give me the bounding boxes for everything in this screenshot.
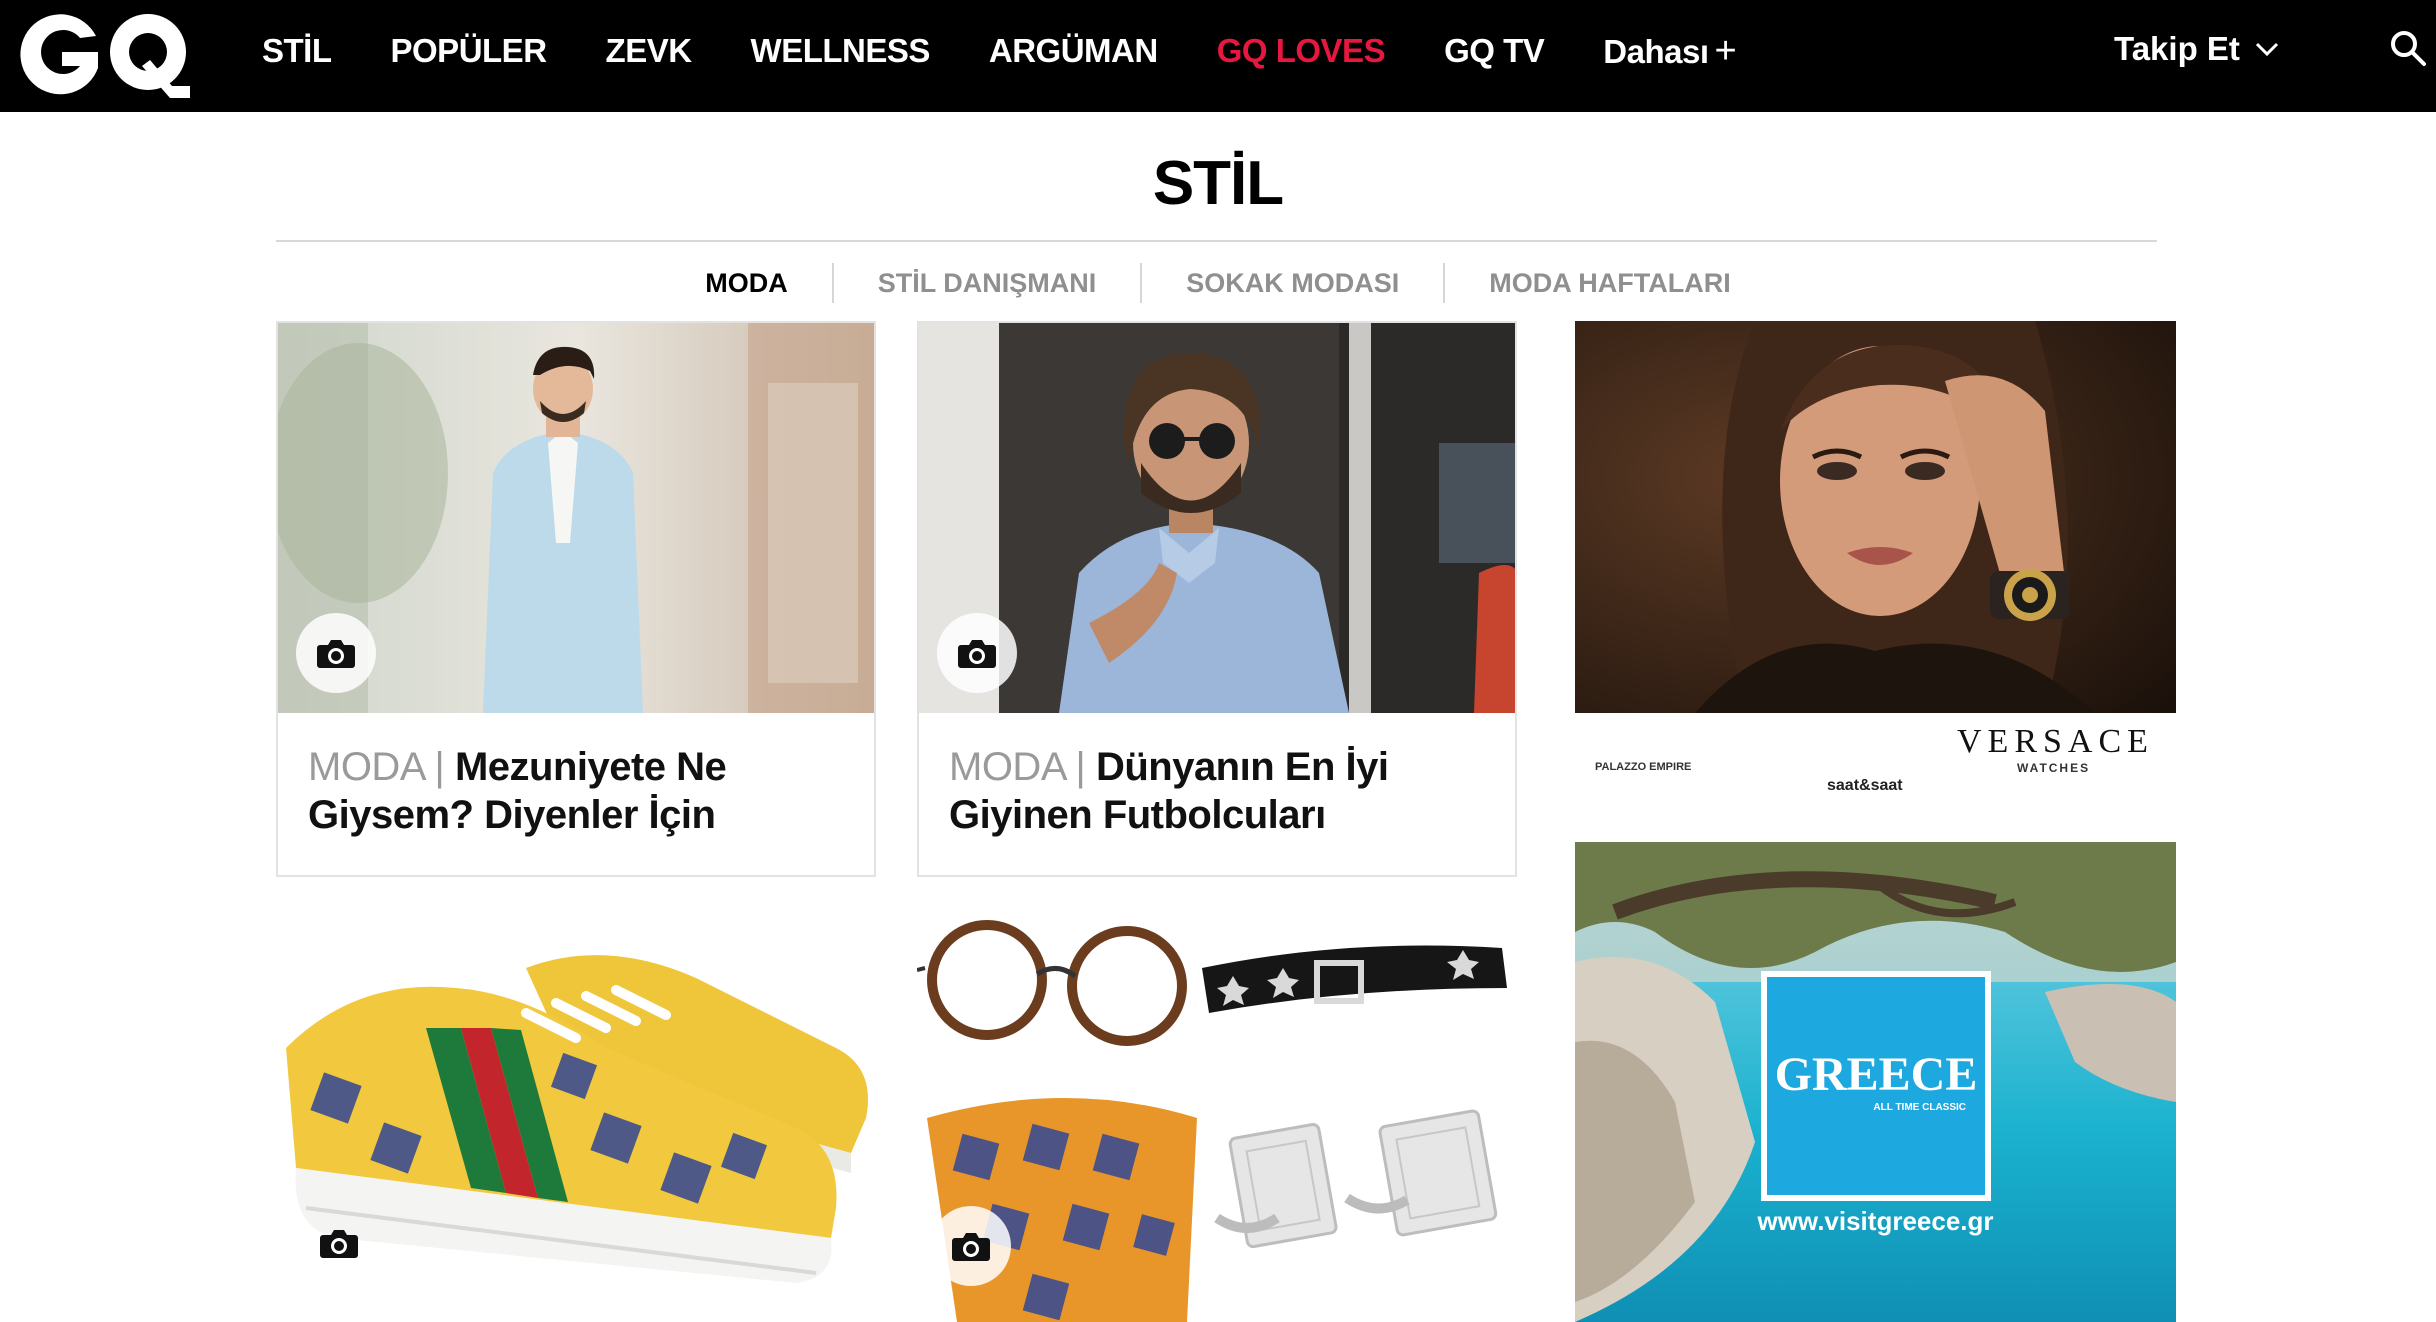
ad-brand: VERSACE — [1957, 723, 2154, 760]
article-card[interactable] — [917, 918, 1517, 1322]
gq-logo-mark — [20, 14, 190, 98]
article-category[interactable]: MODA — [949, 745, 1065, 789]
nav-item-arguman[interactable]: ARGÜMAN — [989, 32, 1158, 70]
ad-title: GREECE — [1774, 1048, 1978, 1101]
ad-url[interactable]: www.visitgreece.gr — [1575, 1206, 2176, 1237]
gallery-button[interactable] — [931, 1206, 1011, 1286]
tab-moda-haftalari[interactable]: MODA HAFTALARI — [1445, 262, 1774, 304]
article-category[interactable]: MODA — [308, 745, 424, 789]
chevron-down-icon — [2255, 42, 2278, 57]
ad-brand-sub: WATCHES — [2017, 761, 2091, 775]
nav-item-zevk[interactable]: ZEVK — [606, 32, 693, 70]
follow-dropdown[interactable]: Takip Et — [2114, 30, 2280, 68]
category-separator: | — [434, 745, 445, 789]
search-icon[interactable] — [2388, 28, 2428, 68]
ad-tagline: ALL TIME CLASSIC — [1873, 1102, 1966, 1113]
versace-advertisement[interactable]: VERSACE WATCHES PALAZZO EMPIRE saat&saat — [1575, 321, 2176, 808]
nav-more-label: Dahası — [1603, 32, 1709, 70]
camera-icon — [317, 640, 355, 668]
article-card[interactable]: MODA | Mezuniyete Ne Giysem? Diyenler İç… — [276, 321, 876, 877]
article-image[interactable] — [919, 323, 1515, 713]
camera-icon — [958, 640, 996, 668]
ad-retailer: PALAZZO EMPIRE — [1595, 761, 1692, 773]
nav-item-stil[interactable]: STİL — [262, 32, 332, 70]
greece-advertisement[interactable]: GREECE ALL TIME CLASSIC www.visitgreece.… — [1575, 842, 2176, 1322]
nav-item-populer[interactable]: POPÜLER — [391, 32, 548, 70]
main-nav: STİL POPÜLER ZEVK WELLNESS ARGÜMAN GQ LO… — [262, 0, 1795, 102]
top-navigation: STİL POPÜLER ZEVK WELLNESS ARGÜMAN GQ LO… — [0, 0, 2436, 112]
follow-label: Takip Et — [2114, 30, 2240, 67]
category-separator: | — [1075, 745, 1086, 789]
article-headline[interactable]: MODA | Mezuniyete Ne Giysem? Diyenler İç… — [278, 713, 874, 875]
article-image[interactable] — [278, 323, 874, 713]
nav-item-more[interactable]: Dahası + — [1603, 30, 1736, 73]
article-photo-sneakers — [276, 918, 876, 1322]
article-headline[interactable]: MODA | Dünyanın En İyi Giyinen Futbolcul… — [919, 713, 1515, 875]
gallery-button[interactable] — [937, 613, 1017, 693]
article-card[interactable]: MODA | Dünyanın En İyi Giyinen Futbolcul… — [917, 321, 1517, 877]
tab-stil-danismani[interactable]: STİL DANIŞMANI — [834, 262, 1141, 304]
tab-sokak-modasi[interactable]: SOKAK MODASI — [1142, 262, 1443, 304]
nav-item-wellness[interactable]: WELLNESS — [751, 32, 931, 70]
sub-navigation: MODA STİL DANIŞMANI SOKAK MODASI MODA HA… — [0, 262, 2436, 304]
camera-icon — [952, 1233, 990, 1261]
tab-moda[interactable]: MODA — [661, 262, 832, 304]
ad-partner: saat&saat — [1827, 777, 1903, 794]
nav-item-gq-loves[interactable]: GQ LOVES — [1217, 32, 1386, 70]
gq-logo[interactable] — [10, 6, 194, 102]
gallery-button[interactable] — [296, 613, 376, 693]
nav-item-gq-tv[interactable]: GQ TV — [1444, 32, 1545, 70]
plus-icon: + — [1714, 29, 1737, 72]
gallery-button[interactable] — [314, 1218, 364, 1268]
title-divider — [276, 240, 2157, 242]
camera-icon — [320, 1230, 358, 1258]
article-card[interactable] — [276, 918, 876, 1322]
page-title: STİL — [1152, 149, 1284, 218]
